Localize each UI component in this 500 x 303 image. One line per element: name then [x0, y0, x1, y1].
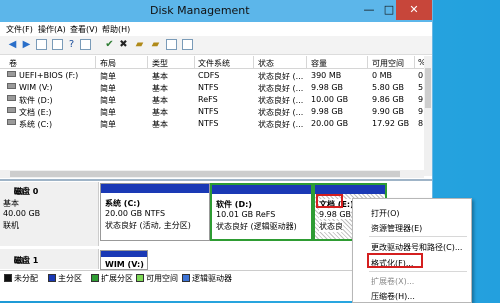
- toolbar: ◀ ▶ ? ✔ ✖ ▰ ▰: [0, 36, 432, 55]
- rescan-icon[interactable]: [166, 39, 177, 50]
- help-icon[interactable]: ?: [66, 39, 77, 50]
- col-status[interactable]: 状态: [258, 58, 274, 69]
- legend-swatch: [4, 274, 12, 282]
- window-title: Disk Management: [150, 4, 250, 17]
- legend-swatch: [48, 274, 56, 282]
- properties-icon[interactable]: [52, 39, 63, 50]
- menu-help[interactable]: 帮助(H): [102, 24, 130, 35]
- console-tree-icon[interactable]: [36, 39, 47, 50]
- table-row[interactable]: 文档 (E:) 简单 基本 NTFS 状态良好 (... 9.98 GB 9.9…: [0, 106, 432, 118]
- menu-file[interactable]: 文件(F): [6, 24, 33, 35]
- check-icon[interactable]: ✔: [104, 39, 115, 50]
- menu-item-change-letter[interactable]: 更改驱动器号和路径(C)...: [371, 242, 462, 253]
- disk-0-name: 磁盘 0: [14, 187, 39, 196]
- volume-icon: [7, 71, 16, 77]
- format-highlight-box: [367, 253, 423, 268]
- vertical-scrollbar[interactable]: [424, 56, 432, 176]
- disk-0-state: 联机: [3, 221, 19, 230]
- delete-icon[interactable]: ✖: [118, 39, 129, 50]
- minimize-button[interactable]: —: [360, 3, 378, 17]
- partition-wim-v[interactable]: WIM (V:): [100, 250, 148, 270]
- partition-system-c[interactable]: 系统 (C:) 20.00 GB NTFS 状态良好 (活动, 主分区): [100, 183, 210, 241]
- close-button[interactable]: ✕: [396, 0, 432, 20]
- partition-software-d[interactable]: 软件 (D:) 10.01 GB ReFS 状态良好 (逻辑驱动器): [210, 183, 313, 241]
- disk-0-type: 基本: [3, 199, 19, 208]
- explore-icon[interactable]: ▰: [150, 39, 161, 50]
- table-row[interactable]: UEFI+BIOS (F:) 简单 基本 CDFS 状态良好 (... 390 …: [0, 70, 432, 82]
- table-row[interactable]: 软件 (D:) 简单 基本 ReFS 状态良好 (... 10.00 GB 9.…: [0, 94, 432, 106]
- col-free[interactable]: 可用空间: [372, 58, 404, 69]
- table-row[interactable]: WIM (V:) 简单 基本 NTFS 状态良好 (... 9.98 GB 5.…: [0, 82, 432, 94]
- menu-item-explore[interactable]: 资源管理器(E): [371, 223, 422, 234]
- menu-item-extend[interactable]: 扩展卷(X)...: [371, 276, 414, 287]
- menu-item-open[interactable]: 打开(O): [371, 208, 400, 219]
- legend-swatch: [91, 274, 99, 282]
- menu-view[interactable]: 查看(V): [70, 24, 98, 35]
- settings-icon[interactable]: [182, 39, 193, 50]
- col-layout[interactable]: 布局: [100, 58, 116, 69]
- highlight-box: [316, 194, 343, 208]
- table-row[interactable]: 系统 (C:) 简单 基本 NTFS 状态良好 (... 20.00 GB 17…: [0, 118, 432, 130]
- horizontal-scrollbar[interactable]: [0, 170, 424, 178]
- scroll-thumb[interactable]: [425, 68, 431, 108]
- volume-icon: [7, 95, 16, 101]
- legend-swatch: [136, 274, 144, 282]
- volume-icon: [7, 119, 16, 125]
- legend-swatch: [182, 274, 190, 282]
- col-type[interactable]: 类型: [152, 58, 168, 69]
- disk-1-name: 磁盘 1: [14, 256, 39, 265]
- volume-icon: [7, 83, 16, 89]
- back-icon[interactable]: ◀: [7, 39, 18, 50]
- menu-item-shrink[interactable]: 压缩卷(H)...: [371, 291, 415, 302]
- col-capacity[interactable]: 容量: [311, 58, 327, 69]
- col-filesystem[interactable]: 文件系统: [198, 58, 230, 69]
- volume-icon: [7, 107, 16, 113]
- menu-bar: 文件(F) 操作(A) 查看(V) 帮助(H): [0, 22, 432, 36]
- col-volume[interactable]: 卷: [9, 58, 17, 69]
- scroll-thumb[interactable]: [10, 171, 400, 177]
- open-folder-icon[interactable]: ▰: [134, 39, 145, 50]
- disk-0-label[interactable]: 磁盘 0 基本 40.00 GB 联机: [0, 182, 99, 246]
- list-view-icon[interactable]: [80, 39, 91, 50]
- disk-0-size: 40.00 GB: [3, 209, 41, 218]
- pane-splitter[interactable]: [0, 179, 432, 181]
- title-bar: Disk Management — □ ✕: [0, 0, 432, 22]
- menu-action[interactable]: 操作(A): [38, 24, 66, 35]
- forward-icon[interactable]: ▶: [21, 39, 32, 50]
- disk-1-label[interactable]: 磁盘 1: [0, 249, 99, 269]
- context-menu: 打开(O) 资源管理器(E) 更改驱动器号和路径(C)... 格式化(F)...…: [352, 198, 472, 303]
